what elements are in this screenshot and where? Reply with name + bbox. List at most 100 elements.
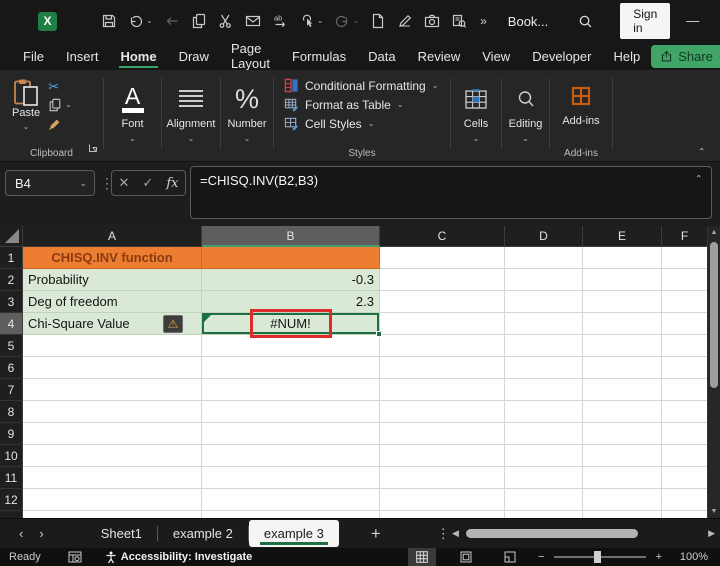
zoom-out-button[interactable]: −: [538, 551, 544, 563]
collapse-ribbon-icon[interactable]: ⌄: [698, 145, 706, 156]
cell-D13[interactable]: [505, 511, 583, 518]
cell-F6[interactable]: [662, 357, 708, 379]
toolbar-overflow-button[interactable]: »: [480, 14, 487, 28]
zoom-in-button[interactable]: +: [656, 551, 662, 563]
cell-A1[interactable]: CHISQ.INV function: [23, 247, 202, 269]
cell-D2[interactable]: [505, 269, 583, 291]
copy-button[interactable]: ⌄: [48, 98, 72, 112]
zoom-slider-thumb[interactable]: [594, 551, 602, 563]
cell-D6[interactable]: [505, 357, 583, 379]
cell-A9[interactable]: [23, 423, 202, 445]
cell-F13[interactable]: [662, 511, 708, 518]
addins-button[interactable]: Add-ins Add-ins: [550, 70, 612, 161]
zoom-slider[interactable]: [553, 551, 646, 563]
cell-A8[interactable]: [23, 401, 202, 423]
new-file-icon[interactable]: [370, 13, 386, 29]
cell-E4[interactable]: [583, 313, 662, 335]
sheet-tab-example-2[interactable]: example 2: [158, 519, 248, 548]
row-header-5[interactable]: 5: [0, 335, 23, 357]
column-header-A[interactable]: A: [23, 226, 202, 247]
cell-B7[interactable]: [202, 379, 380, 401]
cell-E7[interactable]: [583, 379, 662, 401]
next-sheet-icon[interactable]: ›: [39, 527, 43, 540]
insert-function-icon[interactable]: fx: [166, 176, 178, 191]
cell-C6[interactable]: [380, 357, 505, 379]
cell-E12[interactable]: [583, 489, 662, 511]
horizontal-scrollbar-thumb[interactable]: [465, 529, 638, 538]
menu-formulas[interactable]: Formulas: [281, 42, 357, 70]
cell-C11[interactable]: [380, 467, 505, 489]
column-header-C[interactable]: C: [380, 226, 505, 247]
cell-E2[interactable]: [583, 269, 662, 291]
cell-B12[interactable]: [202, 489, 380, 511]
cell-E13[interactable]: [583, 511, 662, 518]
sheet-options-icon[interactable]: ⋮: [437, 526, 450, 542]
cell-C12[interactable]: [380, 489, 505, 511]
cell-F9[interactable]: [662, 423, 708, 445]
conditional-formatting-button[interactable]: Conditional Formatting ⌄: [284, 78, 446, 93]
menu-developer[interactable]: Developer: [521, 42, 602, 70]
cell-B2[interactable]: -0.3: [202, 269, 380, 291]
page-layout-view-button[interactable]: [452, 548, 480, 566]
column-header-D[interactable]: D: [505, 226, 583, 247]
cell-A6[interactable]: [23, 357, 202, 379]
accessibility-status[interactable]: Accessibility: Investigate: [105, 551, 252, 564]
cell-F7[interactable]: [662, 379, 708, 401]
number-group-button[interactable]: % Number ⌄: [221, 70, 273, 161]
select-all-corner[interactable]: [0, 226, 23, 247]
prev-sheet-icon[interactable]: ‹: [19, 527, 23, 540]
cell-C1[interactable]: [380, 247, 505, 269]
minimize-button[interactable]: —: [670, 13, 715, 30]
row-header-13[interactable]: [0, 511, 23, 518]
alignment-group-button[interactable]: Alignment ⌄: [162, 70, 220, 161]
cell-D8[interactable]: [505, 401, 583, 423]
cell-C9[interactable]: [380, 423, 505, 445]
save-icon[interactable]: [101, 13, 117, 29]
menu-page-layout[interactable]: Page Layout: [220, 41, 281, 71]
normal-view-button[interactable]: [408, 548, 437, 566]
cell-F3[interactable]: [662, 291, 708, 313]
row-header-6[interactable]: 6: [0, 357, 23, 379]
replace-icon[interactable]: ab: [272, 13, 288, 29]
row-header-9[interactable]: 9: [0, 423, 23, 445]
sign-in-button[interactable]: Sign in: [620, 3, 671, 39]
scroll-left-icon[interactable]: ◀: [452, 529, 459, 538]
undo-icon[interactable]: ⌄: [128, 13, 153, 29]
editing-group-button[interactable]: Editing ⌄: [502, 70, 549, 161]
name-box[interactable]: B4 ⌄: [5, 170, 95, 196]
cell-E11[interactable]: [583, 467, 662, 489]
cell-D12[interactable]: [505, 489, 583, 511]
row-header-7[interactable]: 7: [0, 379, 23, 401]
cell-D1[interactable]: [505, 247, 583, 269]
format-as-table-button[interactable]: Format as Table ⌄: [284, 97, 446, 112]
cell-D10[interactable]: [505, 445, 583, 467]
cell-F2[interactable]: [662, 269, 708, 291]
cell-C10[interactable]: [380, 445, 505, 467]
touch-icon[interactable]: ⌄: [299, 13, 323, 29]
cell-D3[interactable]: [505, 291, 583, 313]
vertical-scrollbar-thumb[interactable]: [710, 242, 718, 388]
cell-F5[interactable]: [662, 335, 708, 357]
cell-E1[interactable]: [583, 247, 662, 269]
row-header-3[interactable]: 3: [0, 291, 23, 313]
row-header-10[interactable]: 10: [0, 445, 23, 467]
cell-F12[interactable]: [662, 489, 708, 511]
row-header-11[interactable]: 11: [0, 467, 23, 489]
cell-C2[interactable]: [380, 269, 505, 291]
cell-F4[interactable]: [662, 313, 708, 335]
menu-draw[interactable]: Draw: [168, 42, 220, 70]
vertical-scrollbar[interactable]: ▲ ▼: [707, 226, 720, 518]
page-break-preview-button[interactable]: [496, 548, 524, 566]
cell-styles-button[interactable]: Cell Styles ⌄: [284, 116, 446, 131]
cell-F8[interactable]: [662, 401, 708, 423]
cell-B4[interactable]: #NUM!: [202, 309, 382, 338]
formula-input[interactable]: =CHISQ.INV(B2,B3): [190, 166, 712, 219]
sheet-tab-sheet1[interactable]: Sheet1: [86, 519, 157, 548]
cell-D7[interactable]: [505, 379, 583, 401]
row-header-12[interactable]: 12: [0, 489, 23, 511]
copy-icon[interactable]: [191, 13, 207, 29]
name-box-chevron-icon[interactable]: ⌄: [79, 178, 87, 188]
cell-C8[interactable]: [380, 401, 505, 423]
cell-D4[interactable]: [505, 313, 583, 335]
scroll-up-icon[interactable]: ▲: [708, 229, 720, 236]
